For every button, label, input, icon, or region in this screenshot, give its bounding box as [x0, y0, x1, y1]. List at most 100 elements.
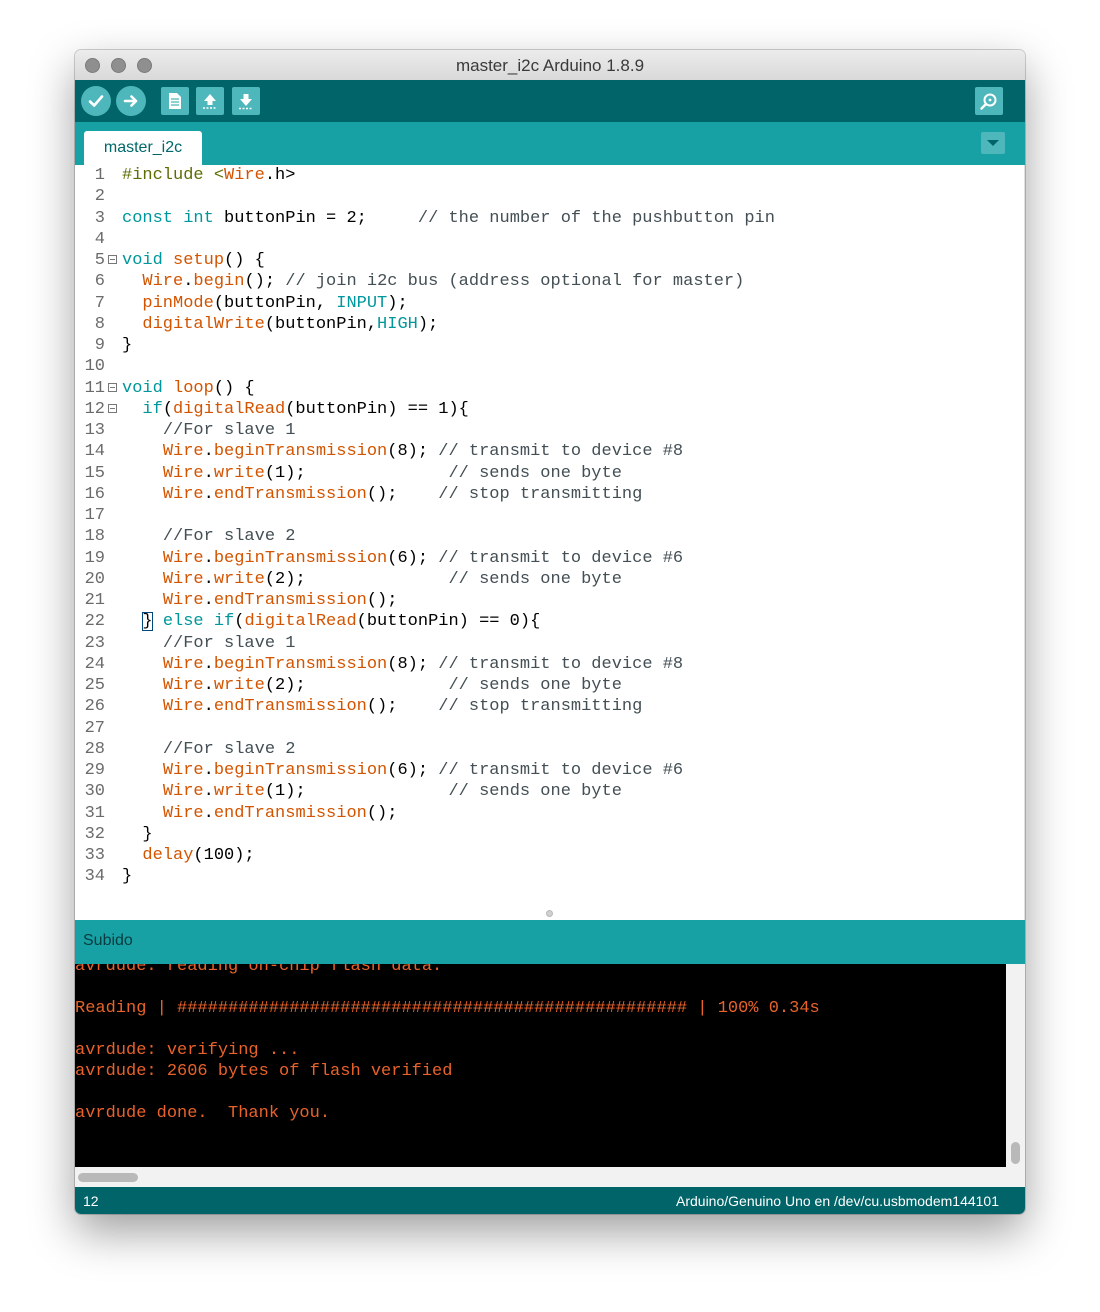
code-token: ();: [366, 591, 398, 610]
code-line[interactable]: 34}: [75, 866, 1015, 887]
code-area[interactable]: 1 #include <Wire.h> 2 3 const int buttonPin …: [75, 165, 1015, 888]
code-token: write: [213, 676, 265, 695]
console-vertical-scrollbar[interactable]: [1006, 964, 1025, 1167]
console-horizontal-scrollbar[interactable]: [75, 1167, 1025, 1187]
code-token: (: [234, 612, 245, 632]
code-token: (2);: [264, 676, 449, 695]
code-token: // sends one byte: [448, 676, 622, 695]
code-line[interactable]: 9}: [75, 335, 1015, 356]
code-line[interactable]: 16 Wire.endTransmission(); // stop trans…: [75, 484, 1015, 505]
fold-toggle-icon[interactable]: [108, 403, 117, 413]
code-line[interactable]: 33 delay(100);: [75, 845, 1015, 866]
fold-toggle-icon[interactable]: [108, 255, 117, 264]
code-token: (6);: [387, 548, 439, 568]
code-token: beginTransmission: [213, 442, 388, 462]
code-line[interactable]: 10: [75, 356, 1015, 377]
code-token: endTransmission: [213, 803, 367, 823]
line-number: 19: [84, 548, 105, 568]
code-line[interactable]: 3 const int buttonPin = 2; // the number …: [75, 208, 1015, 229]
code-token: .: [183, 272, 194, 292]
code-line[interactable]: 18 //For slave 2: [75, 526, 1015, 547]
code-token: endTransmission: [213, 591, 367, 610]
code-line[interactable]: 15 Wire.write(1); // sends one byte: [75, 463, 1015, 484]
line-number: 31: [84, 803, 105, 823]
code-token: Wire: [142, 272, 184, 292]
code-token: pinMode: [142, 293, 214, 313]
code-line[interactable]: 2: [75, 186, 1015, 207]
code-line[interactable]: 30 Wire.write(1); // sends one byte: [75, 781, 1015, 802]
line-number: 6: [94, 272, 105, 292]
code-line[interactable]: 4: [75, 229, 1015, 250]
code-line[interactable]: 29 Wire.beginTransmission(6); // transmi…: [75, 760, 1015, 781]
line-number: 28: [84, 739, 105, 759]
code-line[interactable]: 11 void loop() {: [75, 378, 1015, 399]
code-line[interactable]: 12 if(digitalRead(buttonPin) == 1){: [75, 399, 1015, 420]
code-line[interactable]: 19 Wire.beginTransmission(6); // transmi…: [75, 548, 1015, 569]
code-line[interactable]: 17: [75, 505, 1015, 526]
code-line[interactable]: 13 //For slave 1: [75, 420, 1015, 441]
code-line[interactable]: 6 Wire.begin(); // join i2c bus (address…: [75, 271, 1015, 292]
tab-master-i2c[interactable]: master_i2c: [84, 131, 202, 165]
code-line[interactable]: 32 }: [75, 824, 1015, 845]
code-line[interactable]: 8 digitalWrite(buttonPin,HIGH);: [75, 314, 1015, 335]
save-button[interactable]: [232, 87, 260, 115]
code-token: delay: [142, 846, 194, 865]
code-line[interactable]: 26 Wire.endTransmission(); // stop trans…: [75, 696, 1015, 717]
code-line[interactable]: 23 //For slave 1: [75, 633, 1015, 654]
splitter-handle[interactable]: [546, 910, 553, 917]
upload-button[interactable]: [116, 86, 146, 116]
line-number: 32: [84, 824, 105, 844]
line-number: 3: [94, 208, 105, 228]
code-token: Wire: [162, 548, 204, 568]
serial-monitor-button[interactable]: [975, 87, 1003, 115]
code-token: digitalRead: [173, 399, 286, 419]
verify-button[interactable]: [81, 86, 111, 116]
console-output[interactable]: avrdude: reading on-chip flash data: Rea…: [75, 964, 1006, 1167]
code-line[interactable]: 28 //For slave 2: [75, 739, 1015, 760]
fold-toggle-icon[interactable]: [108, 382, 117, 392]
code-token: ();: [244, 272, 286, 292]
line-number: 27: [84, 718, 105, 738]
new-sketch-button[interactable]: [161, 87, 189, 115]
code-token: (buttonPin,: [213, 293, 337, 313]
code-text: //For slave 1: [122, 420, 296, 441]
code-line[interactable]: 7 pinMode(buttonPin, INPUT);: [75, 293, 1015, 314]
window-title: master_i2c Arduino 1.8.9: [455, 56, 645, 75]
code-line[interactable]: 24 Wire.beginTransmission(8); // transmi…: [75, 654, 1015, 675]
code-line[interactable]: 31 Wire.endTransmission();: [75, 803, 1015, 824]
code-text: void setup() {: [122, 250, 265, 271]
code-token: INPUT: [336, 293, 388, 313]
console-vertical-scroll-thumb[interactable]: [1011, 1142, 1020, 1164]
code-line[interactable]: 5 void setup() {: [75, 250, 1015, 271]
line-number: 22: [84, 612, 105, 632]
code-text: if(digitalRead(buttonPin) == 1){: [122, 399, 468, 420]
code-token: write: [213, 463, 265, 483]
console-horizontal-scroll-thumb[interactable]: [78, 1173, 138, 1182]
open-button[interactable]: [196, 87, 224, 115]
code-token: Wire: [162, 697, 204, 717]
code-token: );: [387, 293, 408, 313]
code-editor[interactable]: 1 #include <Wire.h> 2 3 const int buttonPin …: [75, 165, 1025, 920]
code-line[interactable]: 27: [75, 718, 1015, 739]
code-line[interactable]: 22 } else if(digitalRead(buttonPin) == 0…: [75, 611, 1015, 632]
code-token: int: [183, 208, 214, 228]
code-line[interactable]: 25 Wire.write(2); // sends one byte: [75, 675, 1015, 696]
current-line-number: 12: [83, 1193, 99, 1209]
code-line[interactable]: 14 Wire.beginTransmission(8); // transmi…: [75, 441, 1015, 462]
code-token: if: [142, 399, 163, 419]
line-number: 1: [94, 166, 105, 185]
tab-menu-button[interactable]: [981, 132, 1005, 154]
code-line[interactable]: 20 Wire.write(2); // sends one byte: [75, 569, 1015, 590]
line-number: 23: [84, 633, 105, 653]
line-number: 29: [84, 761, 105, 780]
code-token: .h>: [264, 166, 296, 185]
code-token: .: [203, 548, 214, 568]
code-token: //For slave 1: [162, 421, 296, 440]
code-line[interactable]: 21 Wire.endTransmission();: [75, 590, 1015, 611]
code-text: pinMode(buttonPin, INPUT);: [122, 293, 408, 314]
code-line[interactable]: 1 #include <Wire.h>: [75, 165, 1015, 186]
checkmark-icon: [88, 95, 104, 107]
code-text: Wire.beginTransmission(8); // transmit t…: [122, 441, 683, 462]
